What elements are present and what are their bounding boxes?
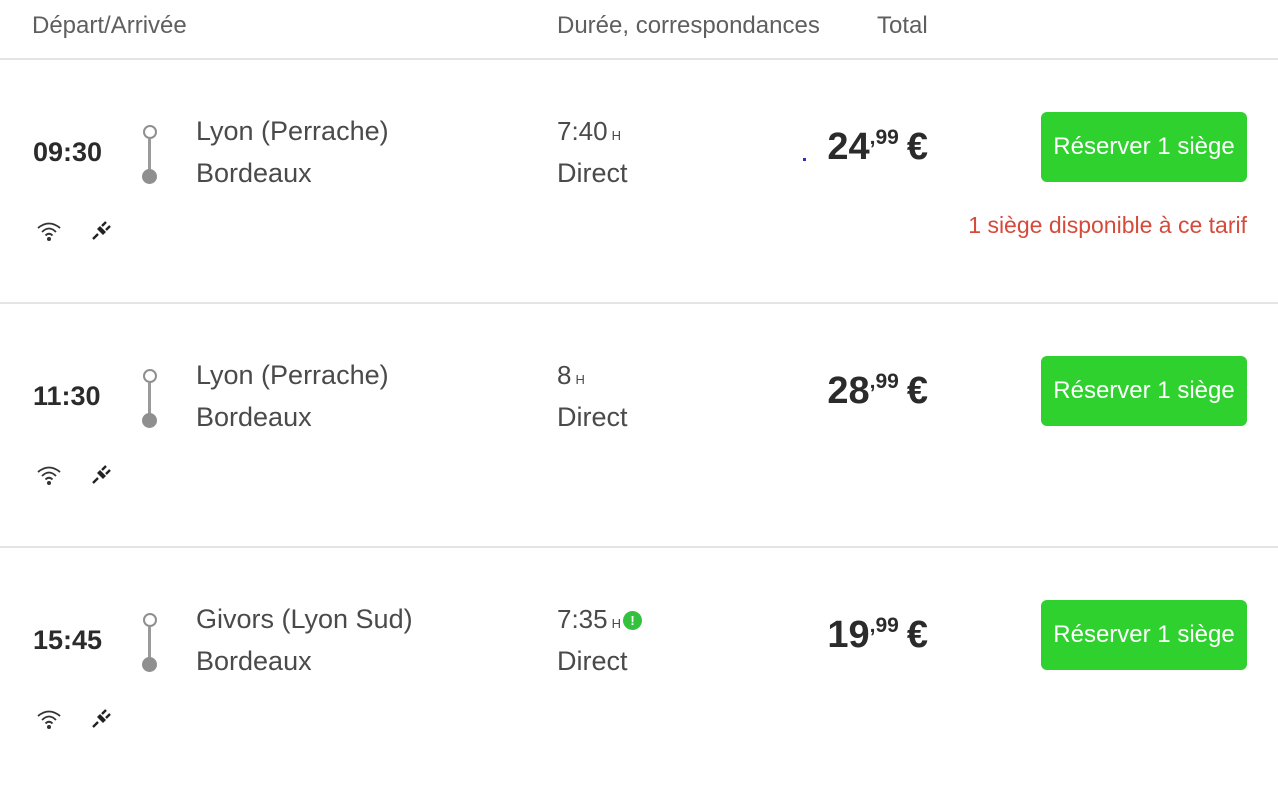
header-departure-arrival: Départ/Arrivée xyxy=(32,12,187,39)
price: 19,99 € xyxy=(827,614,928,656)
price: 28,99 € xyxy=(827,370,928,412)
reserve-button[interactable]: Réserver 1 siège xyxy=(1041,600,1247,670)
route-line xyxy=(141,369,159,429)
connections: Direct xyxy=(557,158,628,188)
origin-station: Lyon (Perrache) xyxy=(196,116,389,146)
power-plug-icon xyxy=(90,464,112,491)
reserve-button[interactable]: Réserver 1 siège xyxy=(1041,112,1247,182)
departure-time: 11:30 xyxy=(33,381,101,411)
duration: 8H xyxy=(557,360,585,390)
departure-time: 09:30 xyxy=(33,137,103,167)
origin-station: Givors (Lyon Sud) xyxy=(196,604,413,634)
duration: 7:40 H xyxy=(557,116,621,146)
duration: 7:35 H! xyxy=(557,604,642,635)
origin-station: Lyon (Perrache) xyxy=(196,360,389,390)
header-duration: Durée, correspondances xyxy=(557,12,820,39)
results-header: Départ/Arrivée Durée, correspondances To… xyxy=(0,0,1278,60)
wifi-icon xyxy=(36,708,62,735)
route-line xyxy=(141,125,159,185)
trip-row: 09:30 Lyon (Perrache) Bordeaux 7:40 H Dir… xyxy=(0,60,1278,304)
connections: Direct xyxy=(557,402,628,432)
trip-row: 11:30 Lyon (Perrache) Bordeaux 8H Direct… xyxy=(0,304,1278,548)
destination-station: Bordeaux xyxy=(196,158,312,188)
power-plug-icon xyxy=(90,708,112,735)
header-total: Total xyxy=(877,12,928,39)
departure-time: 15:45 xyxy=(33,625,103,655)
destination-station: Bordeaux xyxy=(196,402,312,432)
availability-notice: 1 siège disponible à ce tarif xyxy=(968,212,1247,238)
destination-station: Bordeaux xyxy=(196,646,312,676)
reserve-button[interactable]: Réserver 1 siège xyxy=(1041,356,1247,426)
info-icon[interactable]: ! xyxy=(623,611,642,630)
connections: Direct xyxy=(557,646,628,676)
route-line xyxy=(141,613,159,673)
price: 24,99 € xyxy=(827,126,928,168)
wifi-icon xyxy=(36,220,62,247)
trip-row: 15:45 Givors (Lyon Sud) Bordeaux 7:35 H! … xyxy=(0,548,1278,790)
wifi-icon xyxy=(36,464,62,491)
power-plug-icon xyxy=(90,220,112,247)
